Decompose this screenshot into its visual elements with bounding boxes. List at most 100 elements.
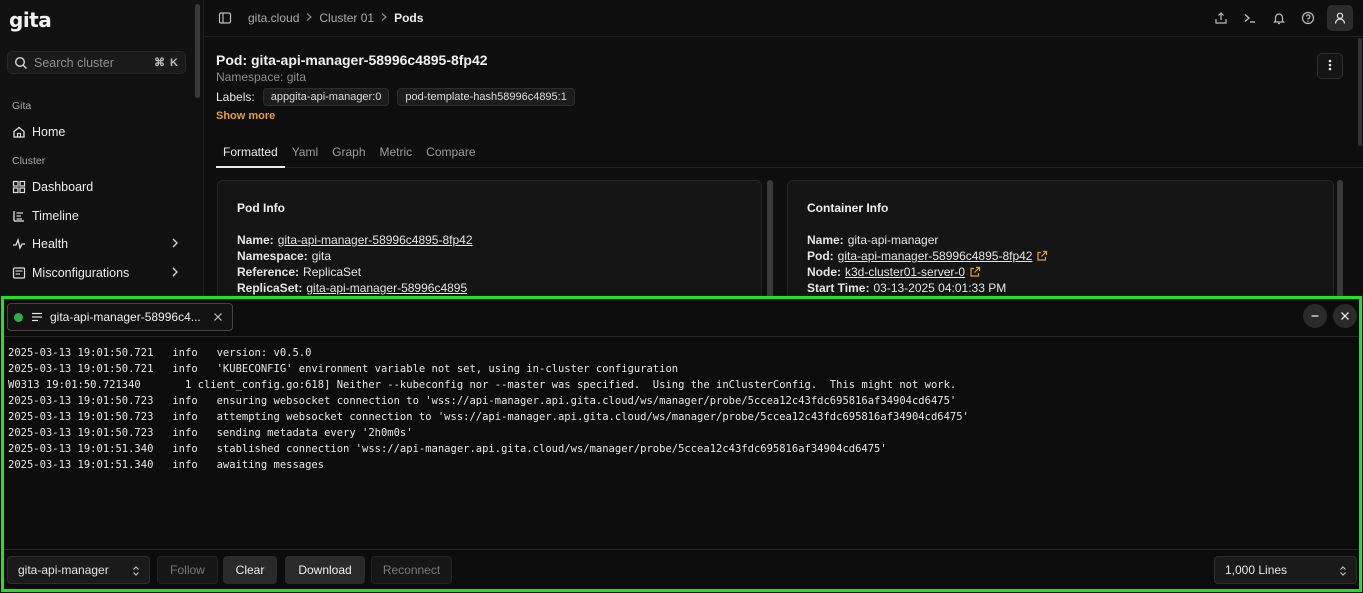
info-row: Namespace: gita: [237, 249, 331, 263]
container-select-value: gita-api-manager: [18, 563, 109, 577]
search-placeholder: Search cluster: [34, 55, 114, 70]
info-key: Reference:: [237, 265, 300, 279]
share-icon[interactable]: [1211, 8, 1231, 28]
breadcrumb-item[interactable]: Cluster 01: [319, 11, 374, 25]
replicaset-link[interactable]: gita-api-manager-58996c4895: [306, 281, 467, 295]
user-icon[interactable]: [1327, 5, 1353, 31]
detail-tabs: Formatted Yaml Graph Metric Compare: [216, 140, 1363, 168]
bell-icon[interactable]: [1269, 8, 1289, 28]
download-button[interactable]: Download: [285, 556, 365, 584]
pod-name-link[interactable]: gita-api-manager-58996c4895-8fp42: [278, 233, 473, 247]
info-row: Start Time: 03-13-2025 04:01:33 PM: [807, 281, 1006, 295]
sidebar-item-dashboard[interactable]: Dashboard: [12, 177, 184, 197]
section-label-cluster: Cluster: [12, 155, 46, 167]
info-key: Name:: [807, 233, 844, 247]
tab-formatted[interactable]: Formatted: [216, 140, 285, 168]
label-chip: pod-template-hash58996c4895:1: [397, 88, 575, 106]
help-icon[interactable]: [1298, 8, 1318, 28]
container-select[interactable]: gita-api-manager: [7, 556, 150, 584]
external-link-icon[interactable]: [969, 266, 981, 278]
card-title: Pod Info: [237, 201, 285, 215]
log-line: 2025-03-13 19:01:51.340 info awaiting me…: [8, 459, 325, 471]
main-scrollbar[interactable]: [1358, 38, 1362, 146]
log-toolbar: gita-api-manager Follow Clear Download R…: [4, 549, 1359, 589]
lines-select[interactable]: 1,000 Lines: [1214, 556, 1357, 584]
chevron-right-icon: [170, 266, 180, 281]
status-dot: [14, 312, 23, 322]
close-panel-button[interactable]: [1333, 304, 1357, 328]
chevron-right-icon: [305, 11, 313, 25]
search-input[interactable]: Search cluster ⌘ K: [7, 51, 186, 74]
log-tab[interactable]: gita-api-manager-58996c4...: [7, 303, 233, 331]
log-panel: gita-api-manager-58996c4... 2025-03-13 1…: [1, 296, 1362, 592]
page-title: Pod: gita-api-manager-58996c4895-8fp42: [216, 52, 488, 68]
follow-button[interactable]: Follow: [157, 556, 218, 584]
lines-select-value: 1,000 Lines: [1225, 563, 1288, 577]
logs-icon: [31, 312, 43, 322]
section-label-gita: Gita: [12, 100, 32, 112]
config-icon: [12, 266, 26, 280]
info-value: gita-api-manager: [847, 233, 939, 247]
sidebar-item-misconfigurations[interactable]: Misconfigurations: [12, 263, 184, 283]
external-link-icon[interactable]: [1036, 250, 1048, 262]
kebab-icon: [1328, 58, 1332, 75]
info-key: Pod:: [807, 249, 834, 263]
tab-compare[interactable]: Compare: [419, 140, 482, 168]
log-tab-title: gita-api-manager-58996c4...: [50, 310, 201, 324]
show-more-link[interactable]: Show more: [216, 110, 275, 122]
pulse-icon: [12, 237, 26, 251]
log-line: W0313 19:01:50.721340 1 client_config.go…: [8, 379, 957, 391]
info-key: Node:: [807, 265, 841, 279]
clear-button[interactable]: Clear: [223, 556, 277, 584]
container-info-scrollbar[interactable]: [1337, 180, 1343, 296]
info-row: ReplicaSet: gita-api-manager-58996c4895: [237, 281, 467, 295]
pod-info-scrollbar[interactable]: [767, 180, 773, 296]
grid-icon: [12, 180, 26, 194]
sidebar-scrollbar[interactable]: [195, 4, 200, 98]
info-row: Name: gita-api-manager: [807, 233, 938, 247]
log-line: 2025-03-13 19:01:50.721 info version: v0…: [8, 347, 312, 359]
label-chip: appgita-api-manager:0: [262, 88, 390, 106]
reconnect-button[interactable]: Reconnect: [371, 556, 452, 584]
pod-detail: Pod: gita-api-manager-58996c4895-8fp42 N…: [205, 38, 1363, 296]
info-value: gita: [311, 249, 332, 263]
breadcrumb-current: Pods: [394, 11, 424, 25]
log-line: 2025-03-13 19:01:50.723 info sending met…: [8, 427, 413, 439]
tab-yaml[interactable]: Yaml: [285, 140, 325, 168]
timeline-icon: [12, 209, 26, 223]
tab-graph[interactable]: Graph: [325, 140, 372, 168]
sidebar-item-label: Health: [32, 237, 69, 251]
pod-link[interactable]: gita-api-manager-58996c4895-8fp42: [838, 249, 1033, 263]
info-row: Name: gita-api-manager-58996c4895-8fp42: [237, 233, 473, 247]
top-bar: gita.cloud Cluster 01 Pods: [205, 0, 1363, 37]
sidebar-toggle-icon[interactable]: [215, 8, 235, 28]
info-key: ReplicaSet:: [237, 281, 303, 295]
sidebar-item-home[interactable]: Home: [12, 122, 184, 142]
sidebar-item-label: Timeline: [32, 209, 79, 223]
info-row: Node: k3d-cluster01-server-0: [807, 265, 981, 279]
sidebar-item-label: Home: [32, 125, 66, 139]
card-title: Container Info: [807, 201, 889, 215]
more-actions-button[interactable]: [1317, 53, 1343, 79]
close-icon[interactable]: [210, 312, 226, 322]
tab-metric[interactable]: Metric: [373, 140, 420, 168]
home-icon: [12, 125, 26, 139]
pod-labels: Labels: appgita-api-manager:0 pod-templa…: [216, 88, 575, 106]
breadcrumb: gita.cloud Cluster 01 Pods: [248, 11, 423, 25]
info-row: Reference: ReplicaSet: [237, 265, 361, 279]
app-logo[interactable]: gita: [9, 8, 52, 32]
pod-namespace: Namespace: gita: [216, 70, 307, 84]
top-actions: [1211, 5, 1353, 31]
minimize-button[interactable]: [1303, 304, 1327, 328]
container-info-card: Container Info Name: gita-api-manager Pod…: [787, 180, 1334, 296]
terminal-icon[interactable]: [1240, 8, 1260, 28]
breadcrumb-item[interactable]: gita.cloud: [248, 11, 299, 25]
sidebar-item-timeline[interactable]: Timeline: [12, 206, 184, 226]
node-link[interactable]: k3d-cluster01-server-0: [845, 265, 965, 279]
info-key: Name:: [237, 233, 274, 247]
sidebar-item-label: Misconfigurations: [32, 266, 130, 280]
labels-heading: Labels:: [216, 90, 255, 104]
chevron-updown-icon: [1339, 565, 1347, 580]
sidebar-item-health[interactable]: Health: [12, 234, 184, 254]
info-row: Pod: gita-api-manager-58996c4895-8fp42: [807, 249, 1048, 263]
